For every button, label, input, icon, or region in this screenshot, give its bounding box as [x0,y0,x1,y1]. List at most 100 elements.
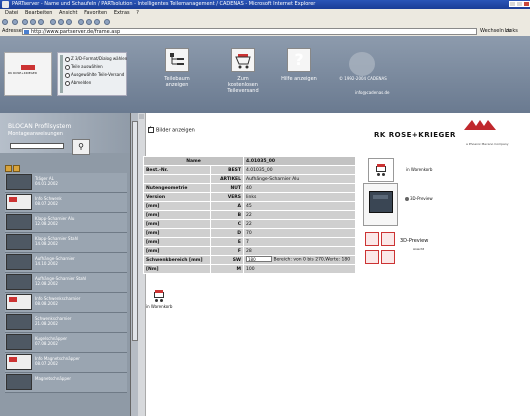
option-select-parts[interactable]: Teile auswählen [65,64,103,70]
table-row: Schwenkbereich [mm] SW 180 Bereich: von 0 … [143,255,356,265]
ie-icon [2,1,9,8]
folder-tab-icon[interactable] [5,165,12,172]
3d-preview-views-sub: Ansicht [413,247,425,251]
menu-help[interactable]: ? [136,10,139,16]
left-panel-header: BLOCAN Profilsystem Montageanweisungen ⚲ [0,113,138,155]
list-item[interactable]: Klapp-Scharnier Alu 12.08.2002 [5,213,127,233]
window-title: PARTserver - Name und Schaufeln / PARTso… [12,1,316,7]
list-item[interactable]: Info Schwenkscharnier 08.08.2002 [5,293,127,313]
table-cell-value: 45 [243,201,356,211]
magnifier-icon[interactable]: ⚲ [72,139,90,155]
cart-icon [374,164,388,176]
pdf-icon [6,294,32,310]
table-cell-code: BEST [210,165,244,175]
table-cell-code: D [210,228,244,238]
checkbox-icon[interactable] [148,125,154,133]
cart-icon-button[interactable] [368,158,394,182]
rk-brand-mark [464,120,496,130]
pdf-icon [6,194,32,210]
table-row: [mm] B 22 [143,210,356,220]
cart-icon [231,48,255,72]
3d-preview-views-link[interactable]: 3D-Preview [400,238,428,244]
address-input[interactable]: http://www.partserver.de/frame.asp [22,28,477,35]
help-button[interactable]: ? Hilfe anzeigen [278,44,320,102]
page-icon [24,30,29,34]
radio-icon [405,197,409,201]
table-cell-value: 70 [243,228,356,238]
table-cell-label: [mm] [143,237,211,247]
list-item-date: 08.07.2002 [35,201,58,206]
menu-datei[interactable]: Datei [5,10,18,16]
left-search-input[interactable] [10,143,64,149]
back-icon[interactable] [2,19,8,25]
table-row: [Nm] M 100 [143,264,356,274]
table-cell-label: Nutengeometrie [143,183,211,193]
thumbnail [6,174,32,190]
refresh-icon[interactable] [30,19,36,25]
table-cell-label: Best.-Nr. [143,165,211,175]
3d-preview-link[interactable]: 3D-Preview [405,196,433,201]
list-item-date: 08.08.2002 [35,301,58,306]
brand-logo: RK ROSE+KRIEGER a Phoenix Mecano Company [374,119,524,149]
links-button[interactable]: Links [505,27,518,36]
copyright-text: © 1992-2004 CADENAS [339,76,387,81]
list-item[interactable]: Magnetschnäpper [5,373,127,393]
edit-icon[interactable] [94,19,100,25]
shipping-button[interactable]: Zum kostenlosen Teileversand [222,44,264,102]
3d-views-icon[interactable] [363,230,409,270]
list-item-date: 12.08.2002 [35,281,58,286]
table-cell-code: C [210,219,244,229]
table-cell-code: M [210,264,244,274]
list-item[interactable]: Kugelschnäpper 07.08.2002 [5,333,127,353]
list-item[interactable]: Schwenkscharnier 21.08.2002 [5,313,127,333]
list-item[interactable]: Träger AL 04.01.2002 [5,173,127,193]
close-button[interactable] [523,1,530,7]
table-cell-value: 7 [243,237,356,247]
list-item[interactable]: Klapp-Scharnier Stahl 14.08.2002 [5,233,127,253]
list-item[interactable]: Aufhänge-Scharnier Stahl 12.08.2002 [5,273,127,293]
table-cell-label: Version [143,192,211,202]
add-to-cart-bottom[interactable]: in Warenkorb [146,290,172,309]
maximize-button[interactable] [516,1,523,7]
table-row: Best.-Nr. BEST 4.01035_00 [143,165,356,175]
left-panel-title: BLOCAN Profilsystem [8,123,72,130]
favorites-icon[interactable] [58,19,64,25]
history-icon[interactable] [66,19,72,25]
sw-input[interactable]: 180 [246,256,272,263]
menu-favoriten[interactable]: Favoriten [84,10,107,16]
table-row: [mm] A 45 [143,201,356,211]
list-item[interactable]: Info Schwenk 08.07.2002 [5,193,127,213]
mail-icon[interactable] [78,19,84,25]
scroll-up-icon[interactable] [139,114,144,119]
contact-email[interactable]: info@cadenas.de [355,90,390,95]
option-parts-shipping[interactable]: Ausgewählte Teile-Versand [65,72,124,78]
3d-preview-image[interactable] [363,183,398,226]
table-cell-value: 22 [243,210,356,220]
menu-extras[interactable]: Extras [114,10,130,16]
partstree-button[interactable]: Teilebaum anzeigen [156,44,198,102]
option-format[interactable]: Z 3/D-Format/Dialog wählen [65,56,127,62]
minimize-button[interactable] [509,1,516,7]
home-icon[interactable] [38,19,44,25]
table-cell-value: 100 [243,264,356,274]
menu-ansicht[interactable]: Ansicht [59,10,77,16]
show-images-checkbox[interactable]: Bilder anzeigen [148,125,195,134]
table-row: ARTIKEL Aufhänge-Scharnier Alu [143,174,356,184]
add-to-cart-link[interactable]: in Warenkorb [406,167,432,172]
menu-bearbeiten[interactable]: Bearbeiten [25,10,52,16]
search-icon[interactable] [50,19,56,25]
list-item[interactable]: Aufhänge-Scharnier 14.10.2002 [5,253,127,273]
table-row: [mm] E 7 [143,237,356,247]
list-item-date: 14.08.2002 [35,241,58,246]
folder-tab-icon[interactable] [13,165,20,172]
list-item[interactable]: Info Magnetschnäpper 08.07.2002 [5,353,127,373]
table-row: [mm] C 22 [143,219,356,229]
table-cell-code: NUT [210,183,244,193]
discuss-icon[interactable] [104,19,110,25]
stop-icon[interactable] [22,19,28,25]
print-icon[interactable] [86,19,92,25]
forward-icon[interactable] [12,19,18,25]
menu-bar: Datei Bearbeiten Ansicht Favoriten Extra… [0,9,530,17]
option-logout[interactable]: Abmelden [65,80,91,86]
contact-area: © 1992-2004 CADENAS info@cadenas.de [335,48,395,100]
